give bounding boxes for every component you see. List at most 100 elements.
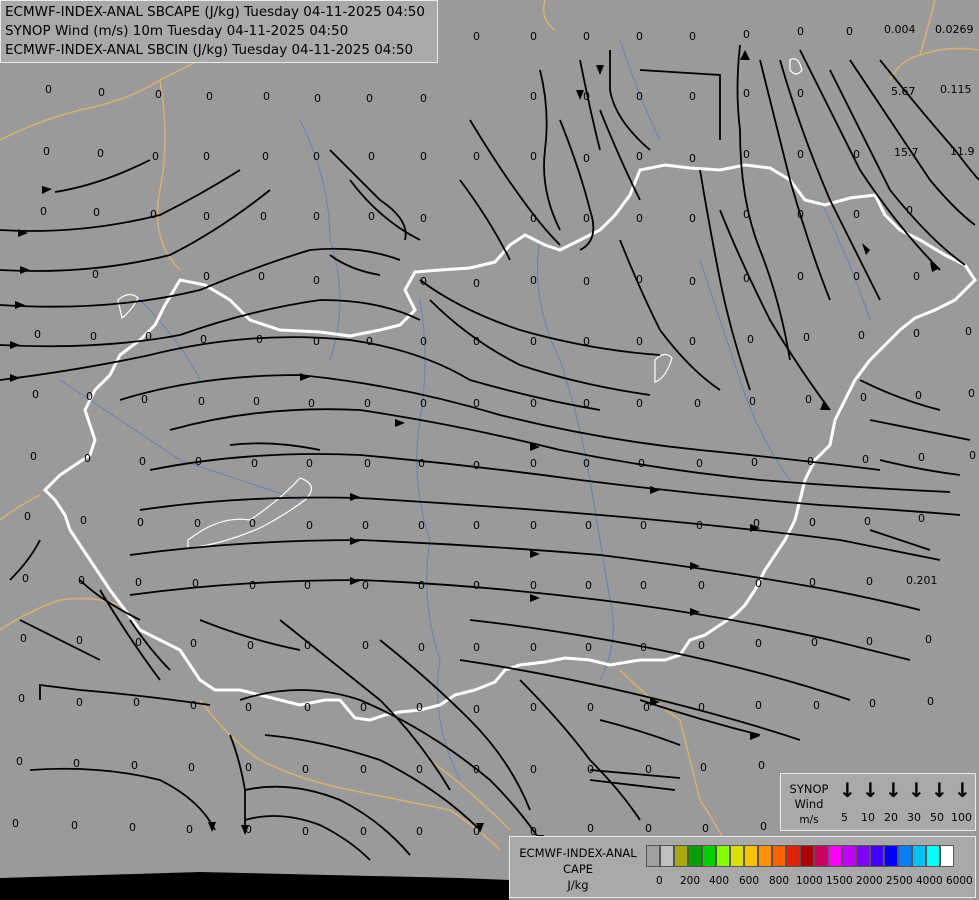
svg-text:0: 0 xyxy=(530,457,537,470)
svg-text:0: 0 xyxy=(12,817,19,830)
svg-text:0: 0 xyxy=(700,761,707,774)
svg-text:0: 0 xyxy=(245,823,252,836)
svg-text:0: 0 xyxy=(743,208,750,221)
svg-text:0: 0 xyxy=(585,519,592,532)
svg-text:0: 0 xyxy=(640,579,647,592)
svg-text:0: 0 xyxy=(969,449,976,462)
svg-text:0: 0 xyxy=(360,701,367,714)
svg-text:0: 0 xyxy=(420,275,427,288)
svg-text:0: 0 xyxy=(366,335,373,348)
wind-arrow-icon: ↓ xyxy=(954,778,971,802)
svg-text:0: 0 xyxy=(866,575,873,588)
cape-color-swatch xyxy=(646,845,660,867)
svg-text:0: 0 xyxy=(253,395,260,408)
svg-text:0: 0 xyxy=(743,272,750,285)
svg-text:0: 0 xyxy=(807,455,814,468)
map-header: ECMWF-INDEX-ANAL SBCAPE (J/kg) Tuesday 0… xyxy=(0,0,438,63)
svg-text:0: 0 xyxy=(73,757,80,770)
svg-text:0: 0 xyxy=(362,639,369,652)
svg-text:0: 0 xyxy=(968,387,975,400)
svg-text:0: 0 xyxy=(803,331,810,344)
svg-text:0: 0 xyxy=(186,823,193,836)
cape-scale-label: 2500 xyxy=(886,875,913,887)
cape-scale-label: 6000 xyxy=(946,875,973,887)
header-line-sbcin: ECMWF-INDEX-ANAL SBCIN (J/kg) Tuesday 04… xyxy=(5,42,414,58)
svg-text:0: 0 xyxy=(152,150,159,163)
svg-text:0: 0 xyxy=(530,274,537,287)
svg-text:0: 0 xyxy=(583,397,590,410)
svg-text:0: 0 xyxy=(131,759,138,772)
svg-text:0: 0 xyxy=(809,516,816,529)
svg-text:0: 0 xyxy=(304,579,311,592)
svg-text:0: 0 xyxy=(583,212,590,225)
svg-text:0: 0 xyxy=(860,391,867,404)
svg-text:0: 0 xyxy=(925,633,932,646)
cape-value: 0.0269 xyxy=(935,23,974,36)
svg-text:0: 0 xyxy=(587,822,594,835)
cape-scale-label: 600 xyxy=(739,875,760,887)
svg-text:0: 0 xyxy=(416,825,423,838)
cape-color-legend: ECMWF-INDEX-ANAL CAPE J/kg 0 200 400 600… xyxy=(509,836,976,898)
cape-color-swatch xyxy=(744,845,758,867)
synop-wind-legend: SYNOP Wind m/s ↓ ↓ ↓ ↓ ↓ ↓ 5 10 20 30 50… xyxy=(780,773,976,831)
svg-text:0: 0 xyxy=(743,28,750,41)
svg-text:0: 0 xyxy=(473,397,480,410)
svg-text:0: 0 xyxy=(811,636,818,649)
svg-text:0: 0 xyxy=(530,397,537,410)
svg-text:0: 0 xyxy=(913,270,920,283)
svg-text:0: 0 xyxy=(862,453,869,466)
svg-text:0: 0 xyxy=(583,30,590,43)
cape-color-swatch xyxy=(870,845,884,867)
header-line-synop-wind: SYNOP Wind (m/s) 10m Tuesday 04-11-2025 … xyxy=(5,23,349,39)
svg-text:0: 0 xyxy=(913,327,920,340)
svg-text:0: 0 xyxy=(585,579,592,592)
svg-text:0: 0 xyxy=(753,517,760,530)
svg-text:0: 0 xyxy=(640,519,647,532)
svg-text:0: 0 xyxy=(145,330,152,343)
svg-text:0: 0 xyxy=(150,208,157,221)
svg-text:0: 0 xyxy=(530,701,537,714)
svg-text:0: 0 xyxy=(846,25,853,38)
svg-text:0: 0 xyxy=(93,206,100,219)
svg-text:0: 0 xyxy=(866,635,873,648)
svg-text:0: 0 xyxy=(927,695,934,708)
cape-scale-label: 4000 xyxy=(916,875,943,887)
svg-text:0: 0 xyxy=(263,90,270,103)
svg-text:0: 0 xyxy=(473,277,480,290)
svg-text:0: 0 xyxy=(636,273,643,286)
svg-text:0: 0 xyxy=(473,30,480,43)
wind-arrow-icon: ↓ xyxy=(908,778,925,802)
svg-text:0: 0 xyxy=(918,451,925,464)
svg-text:0: 0 xyxy=(245,701,252,714)
svg-text:0: 0 xyxy=(360,763,367,776)
svg-text:0: 0 xyxy=(256,333,263,346)
cape-color-swatch xyxy=(716,845,730,867)
svg-text:0: 0 xyxy=(368,150,375,163)
svg-text:0: 0 xyxy=(97,147,104,160)
cape-scale-label: 200 xyxy=(680,875,701,887)
svg-text:0: 0 xyxy=(192,577,199,590)
svg-text:0: 0 xyxy=(636,150,643,163)
svg-text:0: 0 xyxy=(40,205,47,218)
synop-speed-label: 100 xyxy=(951,811,972,824)
svg-text:0: 0 xyxy=(418,519,425,532)
svg-text:0: 0 xyxy=(869,697,876,710)
svg-text:0: 0 xyxy=(92,268,99,281)
cape-color-swatch xyxy=(912,845,926,867)
svg-text:0: 0 xyxy=(530,519,537,532)
cape-color-bar xyxy=(646,845,954,867)
cape-value: 15.7 xyxy=(894,146,919,159)
svg-text:0: 0 xyxy=(965,325,972,338)
svg-text:0: 0 xyxy=(245,761,252,774)
svg-text:0: 0 xyxy=(420,335,427,348)
cape-scale-label: 1000 xyxy=(796,875,823,887)
svg-text:0: 0 xyxy=(689,30,696,43)
svg-text:0: 0 xyxy=(473,150,480,163)
svg-text:0: 0 xyxy=(43,145,50,158)
svg-text:0: 0 xyxy=(190,699,197,712)
svg-text:0: 0 xyxy=(473,825,480,838)
svg-text:0: 0 xyxy=(587,701,594,714)
svg-text:0: 0 xyxy=(473,763,480,776)
svg-text:0: 0 xyxy=(313,210,320,223)
svg-text:0: 0 xyxy=(698,701,705,714)
